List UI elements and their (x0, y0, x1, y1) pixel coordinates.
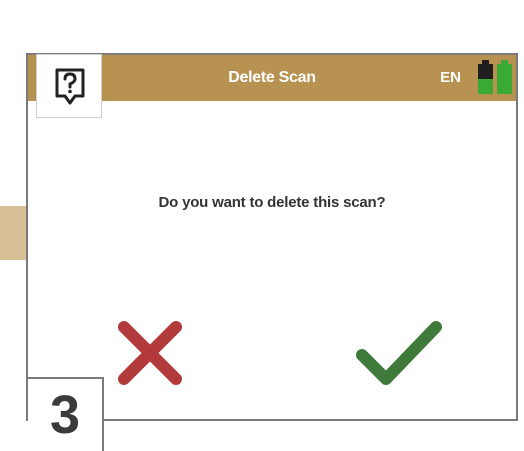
help-button[interactable] (36, 54, 102, 118)
side-tab-marker (0, 206, 27, 260)
help-icon (55, 68, 85, 105)
language-indicator[interactable]: EN (440, 55, 461, 101)
delete-confirmation-message: Do you want to delete this scan? (158, 194, 386, 211)
cancel-button[interactable] (114, 317, 186, 389)
battery-icon (478, 60, 493, 94)
confirm-button[interactable] (354, 317, 444, 389)
x-icon (118, 321, 182, 385)
step-number-badge: 3 (28, 377, 104, 451)
manual-page: Delete Scan EN Do you want to delete thi… (0, 0, 524, 451)
battery-icon (497, 60, 512, 94)
checkmark-icon (356, 321, 442, 385)
step-number: 3 (49, 385, 81, 445)
